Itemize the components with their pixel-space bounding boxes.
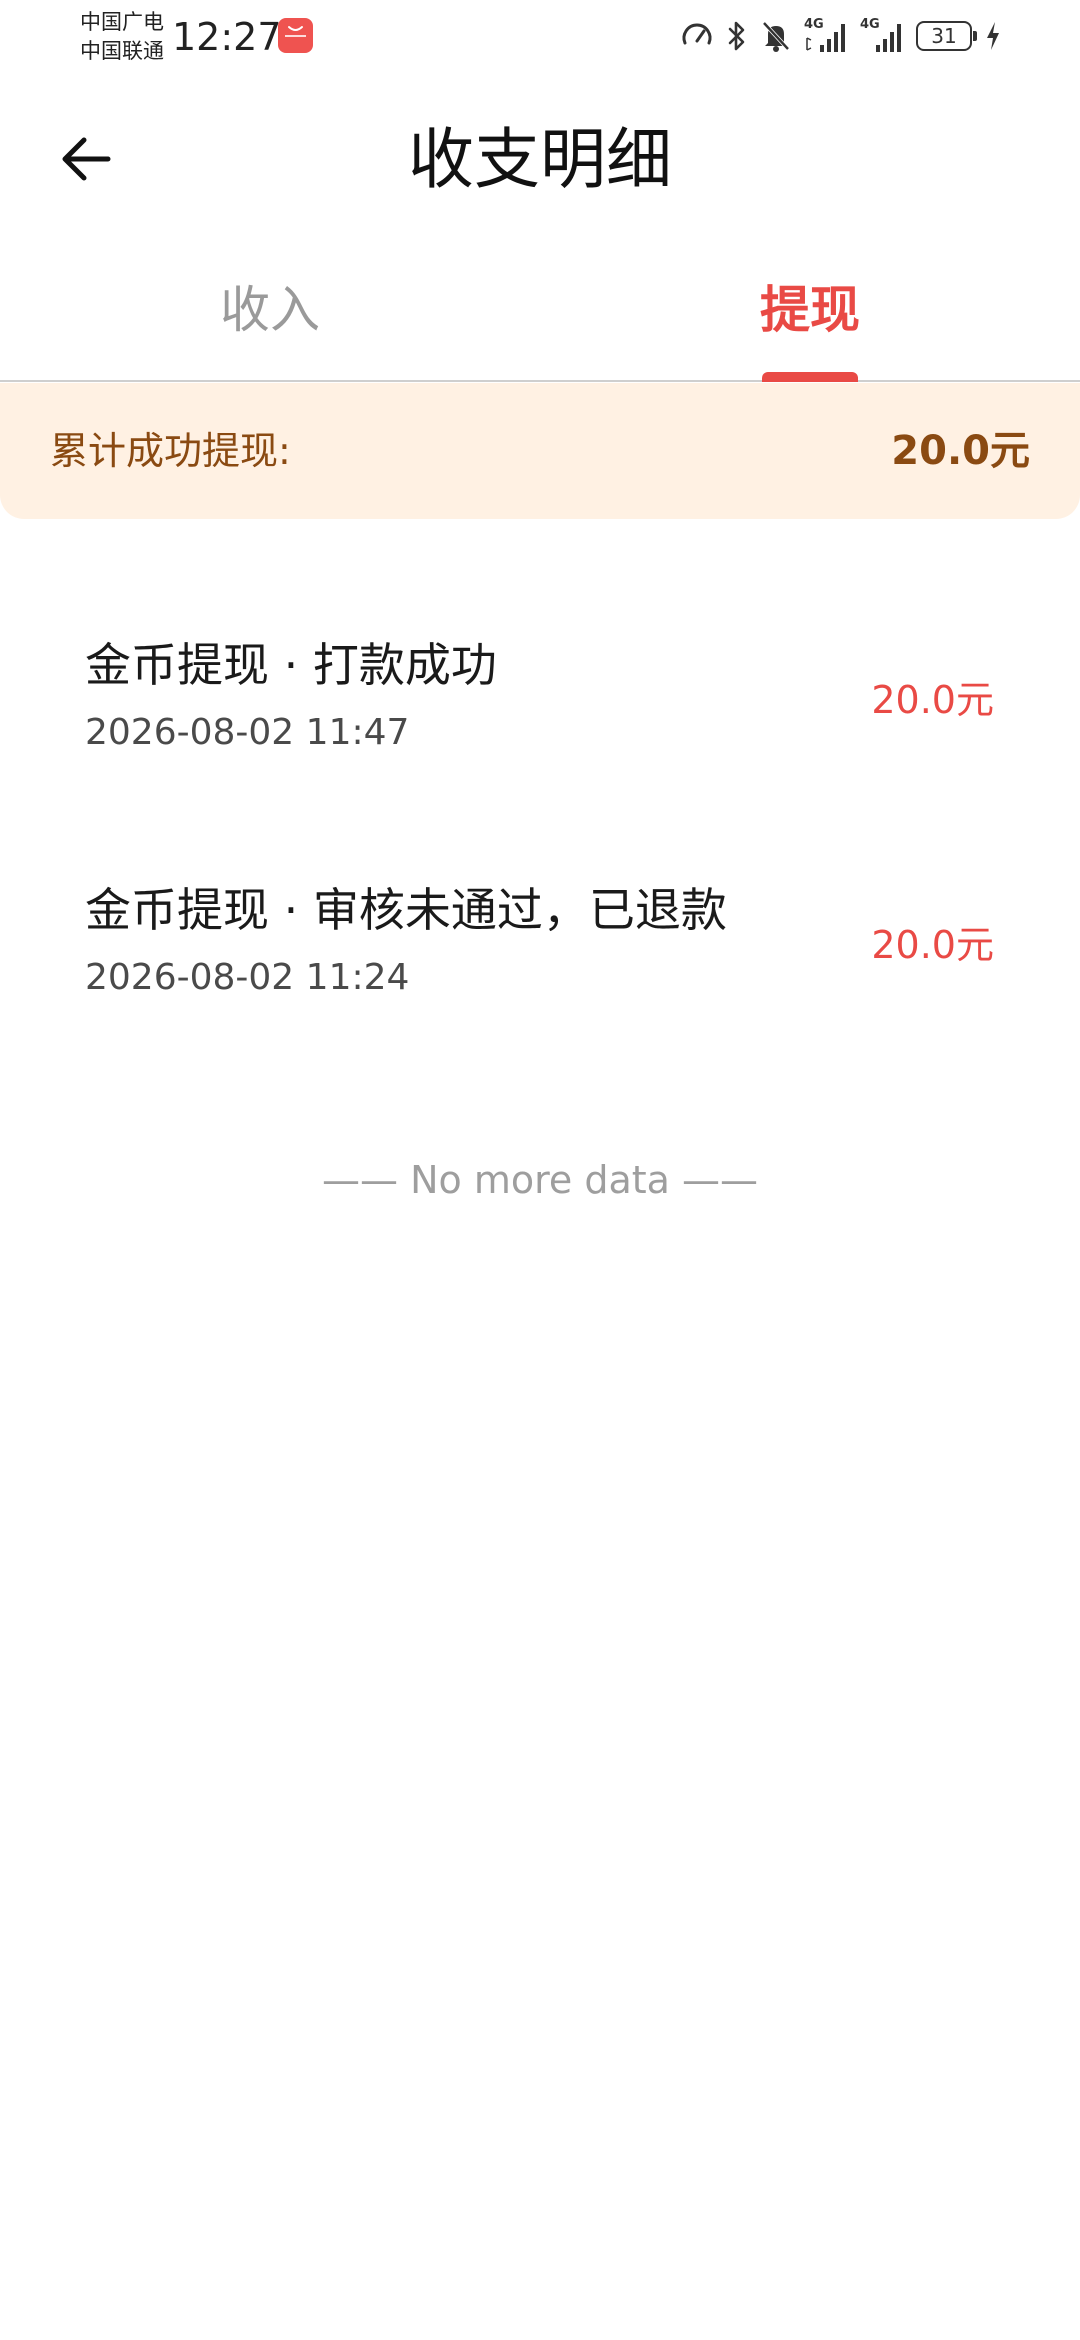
signal-icon: 4G [804, 18, 848, 54]
carrier-names: 中国广电 中国联通 [80, 8, 172, 66]
record-amount: 20.0元 [871, 678, 994, 722]
list-item[interactable]: 金币提现 · 打款成功 2026-08-02 11:47 20.0元 [0, 600, 1080, 800]
page-title: 收支明细 [408, 121, 672, 198]
active-tab-indicator [762, 372, 858, 382]
battery-icon: 31 [916, 21, 977, 51]
carrier-2: 中国联通 [80, 39, 164, 63]
speed-icon [682, 23, 712, 45]
tab-income[interactable]: 收入 [0, 260, 540, 380]
status-time: 12:27 [172, 15, 282, 59]
record-title: 金币提现 · 审核未通过，已退款 [85, 883, 727, 937]
record-title: 金币提现 · 打款成功 [85, 638, 497, 692]
signal-icon: 4G [860, 18, 904, 54]
tab-withdraw[interactable]: 提现 [540, 260, 1080, 380]
battery-level: 31 [931, 24, 957, 48]
list-item[interactable]: 金币提现 · 审核未通过，已退款 2026-08-02 11:24 20.0元 [0, 845, 1080, 1045]
record-time: 2026-08-02 11:47 [85, 712, 410, 753]
no-more-data: —— No more data —— [321, 1158, 759, 1202]
header: 收支明细 [0, 95, 1080, 225]
tab-bar: 收入 提现 [0, 260, 1080, 382]
summary-label: 累计成功提现: [50, 429, 291, 473]
bluetooth-icon [728, 21, 745, 51]
bell-muted-icon [762, 21, 790, 52]
status-icons: 4G 4G 31 [680, 16, 1002, 56]
charging-icon [987, 22, 999, 50]
record-time: 2026-08-02 11:24 [85, 957, 410, 998]
summary-amount: 20.0元 [891, 428, 1030, 474]
status-bar: 中国广电 中国联通 12:27 4G 4G 31 [0, 0, 1080, 75]
record-amount: 20.0元 [871, 923, 994, 967]
carrier-1: 中国广电 [80, 10, 164, 34]
withdraw-summary: 累计成功提现: 20.0元 [0, 383, 1080, 519]
app-notification-icon [278, 18, 313, 53]
